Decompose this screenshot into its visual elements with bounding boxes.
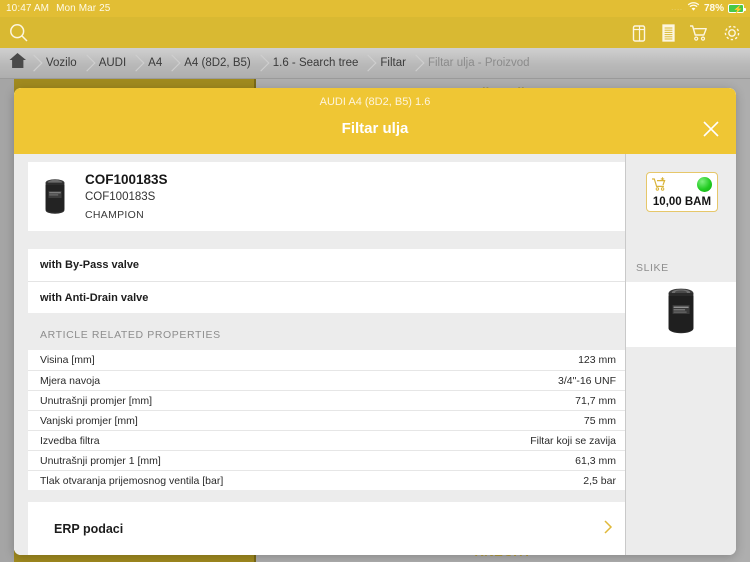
price-value: 10,00 BAM	[652, 196, 712, 208]
gear-icon[interactable]	[722, 23, 742, 43]
app-root: 10:47 AM Mon Mar 25 .... 78% ⚡ Vozilo AU…	[0, 0, 750, 562]
breadcrumb-label: AUDI	[98, 57, 127, 69]
property-value: 75 mm	[583, 414, 616, 427]
valve-feature-row: with By-Pass valve	[40, 259, 140, 271]
modal-subtitle: AUDI A4 (8D2, B5) 1.6	[319, 96, 431, 108]
search-icon[interactable]	[8, 22, 30, 44]
breadcrumb-label: Filtar	[380, 57, 406, 69]
table-row: Tlak otvaranja prijemosnog ventila [bar]…	[28, 470, 625, 490]
modal-left-column: COF100183S COF100183S CHAMPION with By-P…	[14, 154, 625, 555]
cart-icon[interactable]	[689, 23, 709, 42]
add-to-cart-icon	[651, 176, 669, 192]
product-code-secondary: COF100183S	[85, 190, 156, 203]
property-value: Filtar koji se zavija	[530, 434, 616, 447]
notepad-icon[interactable]	[661, 23, 676, 43]
product-detail-modal: AUDI A4 (8D2, B5) 1.6 Filtar ulja COF100…	[14, 88, 736, 555]
breadcrumb-label: A4	[148, 57, 163, 69]
table-row: Izvedba filtra Filtar koji se zavija	[28, 430, 625, 450]
property-label: Mjera navoja	[40, 374, 101, 387]
product-image-card[interactable]	[626, 282, 736, 347]
properties-table: Visina [mm] 123 mm Mjera navoja 3/4"-16 …	[28, 350, 625, 490]
table-row: Unutrašnji promjer 1 [mm] 61,3 mm	[28, 450, 625, 470]
top-toolbar	[0, 17, 750, 48]
property-value: 123 mm	[578, 354, 616, 366]
property-value: 3/4"-16 UNF	[558, 374, 616, 387]
product-code: COF100183S	[85, 171, 168, 187]
oil-can-icon[interactable]	[631, 23, 648, 43]
product-brand: CHAMPION	[85, 208, 144, 221]
erp-label: ERP podaci	[54, 521, 124, 536]
signal-dots-icon: ....	[671, 5, 683, 12]
close-icon[interactable]	[700, 118, 722, 140]
property-label: Tlak otvaranja prijemosnog ventila [bar]	[40, 474, 224, 487]
modal-title: Filtar ulja	[341, 120, 409, 137]
images-section-label: SLIKE	[636, 262, 669, 274]
valve-feature-row: with Anti-Drain valve	[28, 281, 625, 313]
property-label: Vanjski promjer [mm]	[40, 414, 138, 427]
breadcrumb-item-search-tree[interactable]: 1.6 - Search tree	[261, 48, 369, 78]
table-row: Unutrašnji promjer [mm] 71,7 mm	[28, 390, 625, 410]
breadcrumb-item-a4-8d2-b5[interactable]: A4 (8D2, B5)	[172, 48, 260, 78]
oil-filter-image	[664, 286, 698, 343]
property-label: Unutrašnji promjer 1 [mm]	[40, 454, 161, 467]
status-date: Mon Mar 25	[56, 3, 111, 14]
property-value: 61,3 mm	[575, 454, 616, 467]
breadcrumb-label: Filtar ulja - Proizvod	[427, 57, 530, 69]
property-label: Unutrašnji promjer [mm]	[40, 394, 153, 407]
home-icon	[8, 52, 27, 74]
product-summary-card[interactable]: COF100183S COF100183S CHAMPION	[28, 162, 625, 231]
property-value: 71,7 mm	[575, 394, 616, 407]
property-label: Visina [mm]	[40, 354, 95, 366]
modal-header: AUDI A4 (8D2, B5) 1.6 Filtar ulja	[14, 88, 736, 154]
valve-features-card: with By-Pass valve with Anti-Drain valve	[28, 249, 625, 313]
breadcrumb-label: A4 (8D2, B5)	[184, 57, 251, 69]
background-left-rail	[0, 79, 14, 562]
product-text-block: COF100183S COF100183S CHAMPION	[85, 171, 168, 223]
status-time: 10:47 AM	[6, 3, 50, 14]
wifi-icon	[687, 2, 700, 15]
breadcrumb-label: Vozilo	[46, 57, 77, 69]
table-row: Vanjski promjer [mm] 75 mm	[28, 410, 625, 430]
status-bar: 10:47 AM Mon Mar 25 .... 78% ⚡	[0, 0, 750, 17]
table-row: Mjera navoja 3/4"-16 UNF	[28, 370, 625, 390]
erp-data-row[interactable]: ERP podaci	[28, 502, 625, 555]
breadcrumb: Vozilo AUDI A4 A4 (8D2, B5) 1.6 - Search…	[0, 48, 750, 79]
breadcrumb-item-filtar-ulja-proizvod: Filtar ulja - Proizvod	[416, 48, 540, 78]
oil-filter-image	[38, 175, 71, 219]
properties-section-label: ARTICLE RELATED PROPERTIES	[40, 329, 221, 341]
status-right-cluster: .... 78% ⚡	[671, 2, 746, 15]
table-row: Visina [mm] 123 mm	[28, 350, 625, 370]
battery-percent: 78%	[703, 3, 724, 14]
modal-side-panel: 10,00 BAM SLIKE	[626, 154, 736, 555]
chevron-right-icon	[603, 519, 613, 539]
breadcrumb-label: 1.6 - Search tree	[272, 57, 359, 69]
add-to-cart-price-button[interactable]: 10,00 BAM	[646, 172, 718, 212]
property-label: Izvedba filtra	[40, 434, 100, 447]
toolbar-icon-group	[631, 23, 742, 43]
availability-green-dot	[697, 177, 712, 192]
property-value: 2,5 bar	[583, 474, 616, 487]
battery-charging-icon: ⚡	[728, 4, 746, 14]
modal-body: COF100183S COF100183S CHAMPION with By-P…	[14, 154, 736, 555]
